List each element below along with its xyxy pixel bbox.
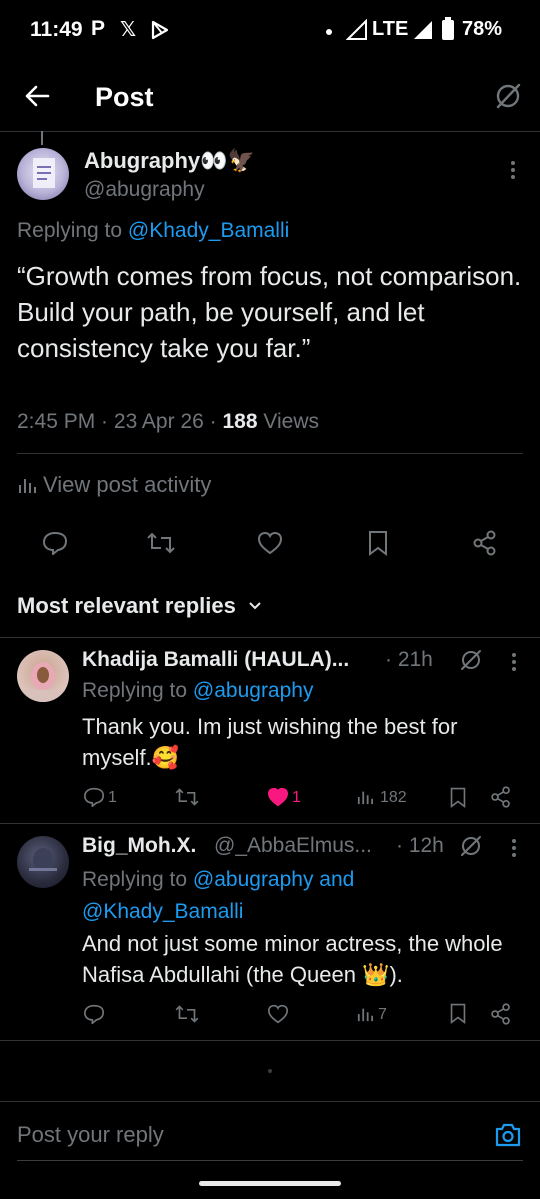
replies-header-divider <box>0 637 540 638</box>
views-count: 7 <box>378 1006 387 1023</box>
avatar[interactable] <box>17 148 69 200</box>
back-arrow-icon[interactable] <box>24 84 50 108</box>
liked-heart-icon[interactable] <box>267 787 289 807</box>
replying-prefix: Replying to <box>82 679 188 702</box>
views-count: 182 <box>380 789 407 806</box>
bookmark-icon[interactable] <box>449 1003 467 1024</box>
author-handle[interactable]: @abugraphy <box>84 178 205 202</box>
post-meta: 2:45 PM · 23 Apr 26 · 188 Views <box>17 410 319 433</box>
more-options-icon[interactable] <box>509 652 519 672</box>
repost-icon[interactable] <box>174 787 200 807</box>
reply-count: 1 <box>108 789 117 806</box>
replies-sort-dropdown[interactable]: Most relevant replies <box>17 593 262 619</box>
reply-icon[interactable] <box>42 531 68 555</box>
play-store-icon <box>151 20 169 40</box>
battery-percent: 78% <box>461 18 502 40</box>
reply-replying-to: Replying to @abugraphy and @Khady_Bamall… <box>82 864 502 928</box>
x-logo-icon: 𝕏 <box>120 19 137 41</box>
repost-icon[interactable] <box>174 1004 200 1024</box>
avatar-image <box>29 848 57 872</box>
avatar-image <box>33 158 55 188</box>
grok-icon[interactable] <box>494 82 522 110</box>
analytics-icon <box>19 479 36 493</box>
replies-sort-label: Most relevant replies <box>17 593 236 618</box>
replying-to-link[interactable]: @Khady_Bamalli <box>128 219 289 242</box>
view-activity-link[interactable]: View post activity <box>17 472 211 498</box>
camera-icon[interactable] <box>494 1122 522 1148</box>
status-time: 11:49 <box>30 18 83 41</box>
views-icon[interactable] <box>356 789 374 805</box>
avatar[interactable] <box>17 836 69 888</box>
reply-text: Thank you. Im just wishing the best for … <box>82 714 458 770</box>
network-type: LTE <box>372 18 409 40</box>
avatar[interactable] <box>17 650 69 702</box>
avatar-image <box>17 662 69 702</box>
replying-prefix: Replying to <box>17 219 123 242</box>
status-bar: 11:49 P 𝕏 LTE 78% <box>0 0 540 58</box>
views-count: 188 <box>222 410 258 433</box>
like-icon[interactable] <box>267 1004 289 1024</box>
share-icon[interactable] <box>490 1003 512 1025</box>
thread-line <box>41 131 43 145</box>
reply-author-handle[interactable]: @_AbbaElmus... <box>214 834 372 858</box>
more-options-icon[interactable] <box>508 160 518 180</box>
author-name[interactable]: Abugraphy👀🦅 <box>84 148 255 174</box>
battery-icon <box>442 17 454 40</box>
reply-divider <box>0 1040 540 1041</box>
view-activity-label: View post activity <box>43 472 212 497</box>
replying-to-link[interactable]: @abugraphy <box>193 679 314 702</box>
share-icon[interactable] <box>490 786 512 808</box>
signal-icon <box>346 19 367 40</box>
reply-input[interactable]: Post your reply <box>17 1122 164 1148</box>
dot-indicator <box>326 29 332 35</box>
bookmark-icon[interactable] <box>367 530 389 556</box>
signal-strength-icon <box>414 21 432 39</box>
grok-icon[interactable] <box>459 648 483 672</box>
bookmark-icon[interactable] <box>449 787 467 808</box>
reply-icon[interactable] <box>83 1004 105 1024</box>
replying-to: Replying to @Khady_Bamalli <box>17 219 289 243</box>
reply-age: · 12h <box>396 834 444 857</box>
page-title: Post <box>95 82 154 112</box>
chevron-down-icon <box>249 602 261 610</box>
post-text: “Growth comes from focus, not comparison… <box>17 261 522 363</box>
meta-divider <box>17 453 523 454</box>
views-icon[interactable] <box>356 1006 374 1022</box>
grok-icon[interactable] <box>459 834 483 858</box>
like-count: 1 <box>292 789 301 806</box>
parking-icon: P <box>91 17 106 40</box>
share-icon[interactable] <box>472 530 498 556</box>
reply-icon[interactable] <box>83 787 105 807</box>
replying-prefix: Replying to <box>82 868 188 891</box>
loading-dot <box>268 1069 272 1073</box>
reply-author-name[interactable]: Khadija Bamalli (HAULA)... <box>82 648 349 672</box>
reply-divider <box>0 823 540 824</box>
reply-text: And not just some minor actress, the who… <box>82 931 503 987</box>
repost-icon[interactable] <box>146 531 176 555</box>
author-name-text: Abugraphy <box>84 148 201 173</box>
views-label[interactable]: Views <box>263 410 319 433</box>
more-options-icon[interactable] <box>509 838 519 858</box>
reply-age: · 21h <box>385 648 433 671</box>
composer-divider <box>0 1101 540 1102</box>
reply-author-name[interactable]: Big_Moh.X. <box>82 834 196 858</box>
like-icon[interactable] <box>257 531 283 555</box>
header-divider <box>0 131 540 132</box>
home-indicator[interactable] <box>199 1181 341 1186</box>
author-emoji: 👀🦅 <box>200 148 255 173</box>
reply-replying-to: Replying to @abugraphy <box>82 679 313 703</box>
post-date: 23 Apr 26 <box>113 410 204 433</box>
post-time: 2:45 PM <box>17 410 96 433</box>
composer-underline <box>17 1160 523 1161</box>
